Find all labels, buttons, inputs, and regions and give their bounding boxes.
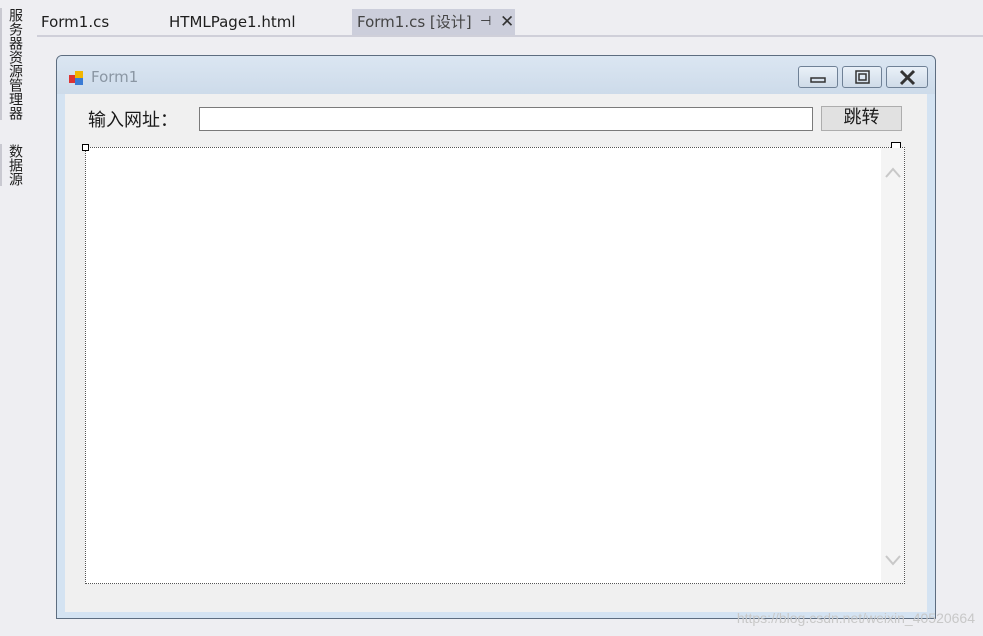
designer-surface: Form1 输入网址： 跳转 [37,37,983,636]
maximize-icon [855,70,870,84]
close-window-icon [899,69,916,86]
vertical-scrollbar[interactable] [881,148,904,583]
scroll-down-icon [885,555,901,566]
selection-handle[interactable] [82,144,89,151]
form-app-icon [69,71,83,85]
scrollbar-arrows [885,167,901,566]
web-browser-control[interactable] [82,142,905,584]
tab-htmlpage1[interactable]: HTMLPage1.html [165,9,300,35]
tab-form1-cs[interactable]: Form1.cs [37,9,113,35]
url-label: 输入网址： [88,110,178,131]
close-icon[interactable]: ✕ [500,9,514,35]
form-client-area: 输入网址： 跳转 [65,94,927,612]
tab-form1-design-label: Form1.cs [设计] [357,13,472,31]
document-tab-bar: Form1.cs HTMLPage1.html Form1.cs [设计] ⊣ … [37,0,983,37]
url-input[interactable] [199,107,813,131]
watermark: https://blog.csdn.net/weixin_40520664 [736,610,975,626]
scroll-up-icon [885,167,901,178]
data-sources-tab[interactable]: 数据源 [0,144,28,186]
form-title: Form1 [91,68,139,86]
left-tool-window-strip: 服务器资源管理器 数据源 [0,0,38,636]
close-window-button[interactable] [886,66,928,88]
maximize-button[interactable] [842,66,882,88]
minimize-icon [810,77,826,83]
form-window[interactable]: Form1 输入网址： 跳转 [56,55,936,619]
go-button[interactable]: 跳转 [821,106,902,131]
server-explorer-tab[interactable]: 服务器资源管理器 [0,8,28,120]
form-title-bar: Form1 [57,56,935,94]
tab-form1-design[interactable]: Form1.cs [设计] ⊣ ✕ [352,9,515,35]
minimize-button[interactable] [798,66,838,88]
pin-icon[interactable]: ⊣ [480,9,491,35]
